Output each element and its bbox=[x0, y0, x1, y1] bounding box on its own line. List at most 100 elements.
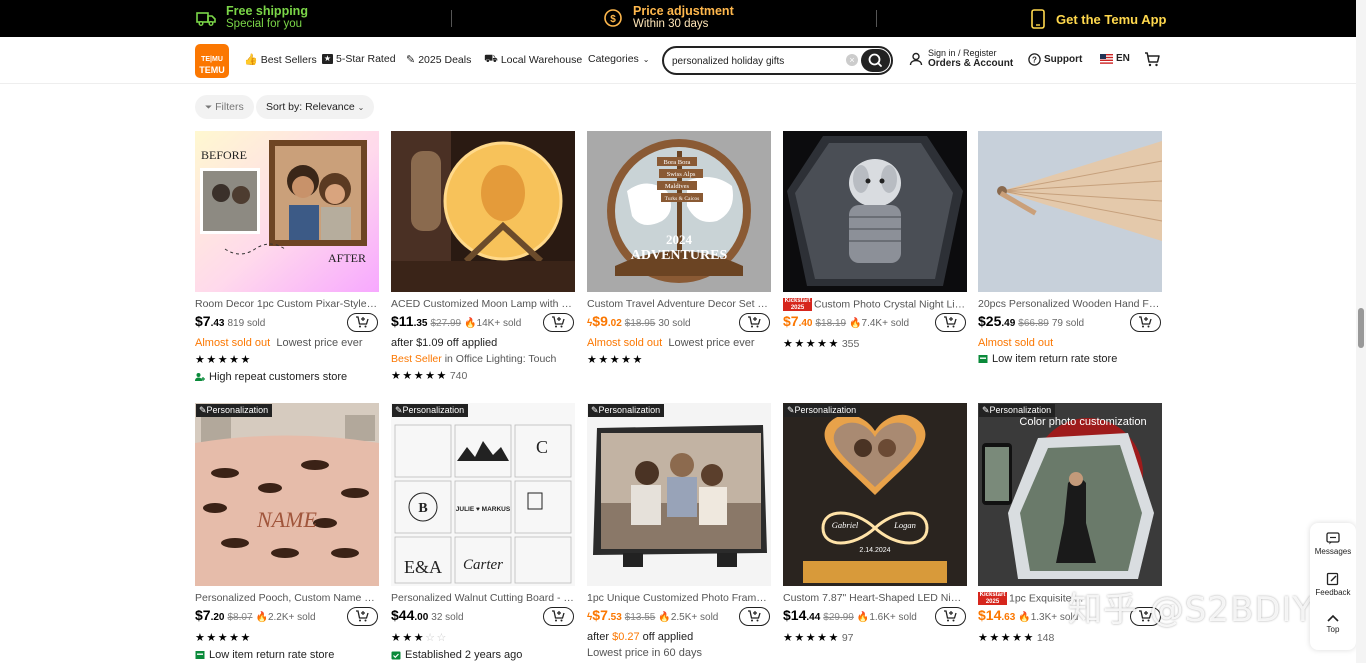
price-main: $7 bbox=[592, 607, 608, 623]
fire-icon: 🔥 bbox=[255, 612, 268, 623]
product-card[interactable]: C B JULIE ♥ MARKUS E&A Carter ✎Personali… bbox=[391, 403, 575, 663]
cart-plus-icon bbox=[944, 610, 957, 622]
support-link[interactable]: ? Support bbox=[1028, 53, 1082, 66]
store-badge-label: Low item return rate store bbox=[992, 353, 1118, 365]
search-button[interactable] bbox=[861, 49, 890, 72]
sort-label: Sort by: Relevance bbox=[266, 101, 355, 113]
nav-deals[interactable]: ✎ 2025 Deals bbox=[406, 53, 471, 67]
adv-year: 2024 bbox=[666, 232, 693, 247]
truck-small-icon: ⛟ bbox=[484, 53, 498, 65]
price-row: $14.44 $29.99 🔥1.6K+ sold bbox=[783, 607, 967, 629]
product-title[interactable]: Room Decor 1pc Custom Pixar-Style Co... bbox=[195, 298, 379, 311]
stars: ★★★ bbox=[391, 632, 426, 644]
sign-text: Swiss Alps bbox=[667, 171, 696, 178]
add-to-cart-button[interactable] bbox=[543, 313, 574, 332]
nav-best-sellers[interactable]: 👍 Best Sellers bbox=[244, 53, 317, 67]
cart-plus-icon bbox=[748, 610, 761, 622]
product-card[interactable]: Gabriel Logan 2.14.2024 ✎Personalization… bbox=[783, 403, 967, 647]
back-to-top-button[interactable]: Top bbox=[1310, 613, 1356, 634]
add-to-cart-button[interactable] bbox=[739, 607, 770, 626]
product-image[interactable]: BEFORE AFTER bbox=[195, 131, 379, 292]
product-image[interactable]: Bora Bora Swiss Alps Maldives Turks & Ca… bbox=[587, 131, 771, 292]
price-cents: .20 bbox=[210, 612, 225, 623]
search-input[interactable] bbox=[672, 52, 842, 70]
cart-plus-icon bbox=[552, 610, 565, 622]
get-app-promo[interactable]: Get the Temu App bbox=[1030, 9, 1167, 29]
page-scrollbar[interactable] bbox=[1356, 0, 1366, 663]
store-badge-label: Established 2 years ago bbox=[405, 649, 523, 661]
add-to-cart-button[interactable] bbox=[935, 313, 966, 332]
product-title[interactable]: 1pc Unique Customized Photo Frame - ... bbox=[587, 592, 771, 605]
product-title[interactable]: Personalized Walnut Cutting Board - Pe..… bbox=[391, 592, 575, 605]
product-image[interactable] bbox=[391, 131, 575, 292]
cart-plus-icon bbox=[356, 316, 369, 328]
nav-local-warehouse[interactable]: ⛟ Local Warehouse bbox=[484, 53, 582, 67]
product-image[interactable]: C B JULIE ♥ MARKUS E&A Carter ✎Personali… bbox=[391, 403, 575, 586]
personalization-tag: ✎Personalization bbox=[392, 404, 469, 417]
product-title[interactable]: Custom Travel Adventure Decor Set - P... bbox=[587, 298, 771, 311]
product-card[interactable]: BEFORE AFTER Room Decor 1pc Custom Pixar… bbox=[195, 131, 379, 385]
logo-text: TEMU bbox=[199, 65, 225, 75]
price: $7.40 bbox=[783, 313, 812, 329]
add-to-cart-button[interactable] bbox=[935, 607, 966, 626]
product-card[interactable]: ACED Customized Moon Lamp with Per... $1… bbox=[391, 131, 575, 385]
product-title[interactable]: ACED Customized Moon Lamp with Per... bbox=[391, 298, 575, 311]
product-image[interactable]: ✎Personalization bbox=[587, 403, 771, 586]
coupon-line: after $0.27 off applied bbox=[587, 629, 771, 645]
fire-icon: 🔥 bbox=[856, 612, 870, 623]
store-badge: Low item return rate store bbox=[978, 351, 1162, 367]
product-card[interactable]: ✎Personalization 1pc Unique Customized P… bbox=[587, 403, 771, 661]
product-card[interactable]: NAME ✎Personalization Personalized Pooch… bbox=[195, 403, 379, 663]
original-price: $13.55 bbox=[624, 612, 656, 623]
product-title[interactable]: Custom 7.87" Heart-Shaped LED Night ... bbox=[783, 592, 967, 605]
price-adjustment-promo[interactable]: $ Price adjustment Within 30 days bbox=[603, 4, 734, 31]
product-card[interactable]: Kickstart 2025 Custom Photo Crystal Night … bbox=[783, 131, 967, 353]
board-names: JULIE ♥ MARKUS bbox=[456, 506, 511, 513]
coupon-line: after $1.09 off applied bbox=[391, 337, 498, 349]
star-rating: ★★★★★ 740 bbox=[391, 367, 575, 385]
messages-button[interactable]: Messages bbox=[1310, 532, 1356, 556]
product-image[interactable]: Color photo customization ✎Personalizati… bbox=[978, 403, 1162, 586]
product-image[interactable] bbox=[783, 131, 967, 292]
nav-five-star[interactable]: ★ 5-Star Rated bbox=[322, 53, 396, 65]
filters-button[interactable]: ⏷ Filters bbox=[195, 95, 254, 119]
add-to-cart-button[interactable] bbox=[1130, 313, 1161, 332]
add-to-cart-button[interactable] bbox=[739, 313, 770, 332]
lowest-price-ever: Lowest price ever bbox=[668, 337, 755, 349]
search-box: × bbox=[662, 46, 893, 75]
product-title[interactable]: Personalized Pooch, Custom Name Dac... bbox=[195, 592, 379, 605]
nav-categories[interactable]: Categories ⌄ bbox=[588, 53, 649, 65]
product-image[interactable]: NAME ✎Personalization bbox=[195, 403, 379, 586]
sort-dropdown[interactable]: Sort by: Relevance ⌄ bbox=[256, 95, 375, 119]
temu-logo[interactable]: TE|MU TEMU bbox=[195, 44, 229, 78]
product-title[interactable]: Kickstart 2025 Custom Photo Crystal Night … bbox=[783, 298, 967, 311]
stock-line: Almost sold out Lowest price ever bbox=[587, 335, 771, 351]
language-selector[interactable]: EN bbox=[1100, 53, 1130, 64]
star-rating: ★★★★★ 97 bbox=[783, 629, 967, 647]
stars: ★★★★★ bbox=[783, 632, 840, 644]
user-icon bbox=[909, 52, 923, 66]
cart-icon[interactable] bbox=[1144, 52, 1160, 67]
filter-icon: ⏷ bbox=[205, 102, 213, 112]
pencil-icon: ✎ bbox=[395, 405, 403, 415]
original-price: $29.99 bbox=[823, 612, 854, 623]
product-card[interactable]: Bora Bora Swiss Alps Maldives Turks & Ca… bbox=[587, 131, 771, 369]
product-image[interactable] bbox=[978, 131, 1162, 292]
add-to-cart-button[interactable] bbox=[347, 607, 378, 626]
add-to-cart-button[interactable] bbox=[543, 607, 574, 626]
sign-in-orders[interactable]: Sign in / Register Orders & Account bbox=[909, 48, 1013, 70]
sold-count-label: 1.6K+ sold bbox=[869, 612, 917, 623]
clear-search-icon[interactable]: × bbox=[846, 54, 858, 66]
product-image[interactable]: Gabriel Logan 2.14.2024 ✎Personalization bbox=[783, 403, 967, 586]
support-label: Support bbox=[1044, 54, 1083, 65]
add-to-cart-button[interactable] bbox=[347, 313, 378, 332]
product-title[interactable]: 20pcs Personalized Wooden Hand Fans... bbox=[978, 298, 1162, 311]
svg-text:?: ? bbox=[1032, 56, 1037, 65]
original-price: $8.07 bbox=[227, 612, 253, 623]
feedback-button[interactable]: Feedback bbox=[1310, 572, 1356, 597]
almost-sold-out: Almost sold out bbox=[195, 337, 271, 349]
scrollbar-thumb[interactable] bbox=[1358, 308, 1364, 348]
original-price: $18.19 bbox=[815, 318, 847, 329]
product-card[interactable]: 20pcs Personalized Wooden Hand Fans... $… bbox=[978, 131, 1162, 367]
free-shipping-promo[interactable]: Free shipping Special for you bbox=[196, 4, 308, 31]
